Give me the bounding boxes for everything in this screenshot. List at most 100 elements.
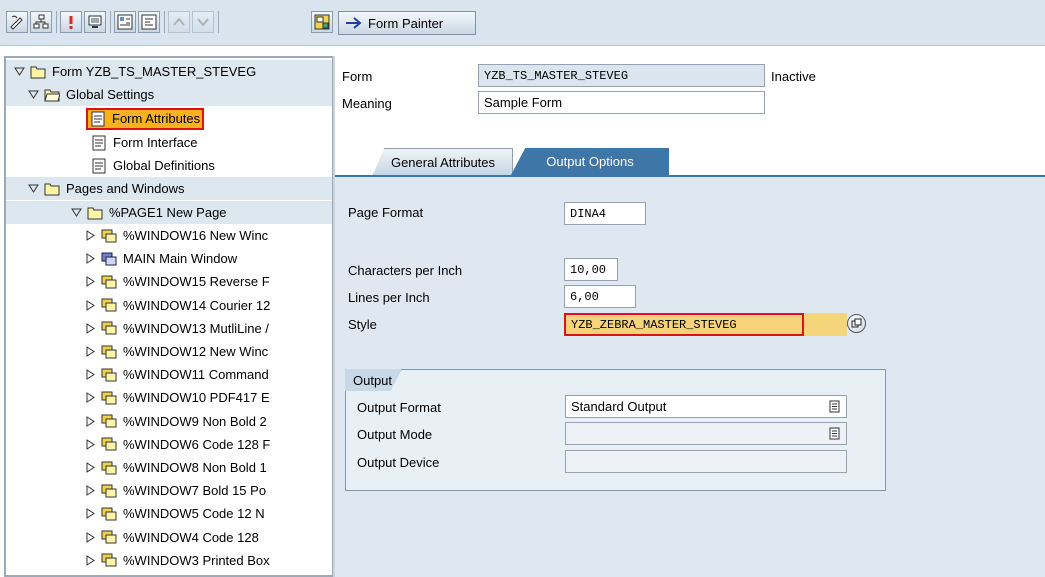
window-icon [101,297,117,313]
pen-icon[interactable] [6,11,28,33]
triangle-down-icon[interactable] [69,206,83,220]
lpi-field[interactable]: 6,00 [564,285,636,308]
cpi-field[interactable]: 10,00 [564,258,618,281]
dropdown-icon[interactable] [829,427,840,440]
tree-node-form-root[interactable]: Form YZB_TS_MASTER_STEVEG [6,60,332,83]
document-icon [91,158,107,174]
tree-node-label: %WINDOW8 Non Bold 1 [123,460,267,475]
tree-node-pages-windows[interactable]: Pages and Windows [6,177,332,200]
tree-node-window[interactable]: %WINDOW5 Code 12 N [6,502,332,525]
triangle-down-icon[interactable] [26,182,40,196]
tree-node-window[interactable]: %WINDOW4 Code 128 [6,526,332,549]
triangle-right-icon[interactable] [83,530,97,544]
document-icon [91,135,107,151]
tab-output-options[interactable]: Output Options [511,148,669,175]
triangle-down-icon[interactable] [12,65,26,79]
output-device-field[interactable] [565,450,847,473]
tree-node-window[interactable]: %WINDOW10 PDF417 E [6,386,332,409]
tree-node-label: %WINDOW5 Code 12 N [123,506,265,522]
lpi-label: Lines per Inch [348,290,430,305]
triangle-right-icon[interactable] [83,484,97,498]
triangle-right-icon[interactable] [83,345,97,359]
triangle-right-icon[interactable] [83,252,97,266]
move-up-icon[interactable] [168,11,190,33]
tree-node-window[interactable]: %WINDOW11 Command [6,363,332,386]
tree-node-label: MAIN Main Window [123,251,238,267]
tree-node-page1[interactable]: %PAGE1 New Page [6,201,332,224]
tree-node-label: %WINDOW11 Command [123,367,269,383]
tree-node-window[interactable]: %WINDOW12 New Winc [6,340,332,363]
folder-icon [30,64,46,80]
triangle-right-icon[interactable] [83,391,97,405]
window-icon [101,552,117,568]
triangle-right-icon[interactable] [83,368,97,382]
move-down-icon[interactable] [192,11,214,33]
sap-form-builder: Form Painter Form YZB_TS_MASTER_STEVEG G… [0,0,1045,577]
form-painter-button[interactable]: Form Painter [338,11,476,35]
triangle-right-icon[interactable] [83,275,97,289]
tree-node-window[interactable]: %WINDOW7 Bold 15 Po [6,479,332,502]
triangle-right-icon[interactable] [83,321,97,335]
open-folder-icon [44,87,60,103]
form-name-field: YZB_TS_MASTER_STEVEG [478,64,765,87]
selected-node-highlight: Form Attributes [86,107,205,130]
tree-node-label: %WINDOW13 MutliLine / [123,320,269,336]
tree-node-window[interactable]: %WINDOW15 Reverse F [6,270,332,293]
style-field[interactable]: YZB_ZEBRA_MASTER_STEVEG [564,313,804,336]
page-icon [87,205,103,221]
tree-node-window[interactable]: %WINDOW9 Non Bold 2 [6,410,332,433]
tree-node-window[interactable]: %WINDOW8 Non Bold 1 [6,456,332,479]
tree-node-label: %WINDOW4 Code 128 [123,529,259,545]
triangle-right-icon[interactable] [83,437,97,451]
tree-node-global-definitions[interactable]: Global Definitions [6,154,332,177]
triangle-right-icon[interactable] [83,461,97,475]
page-format-field[interactable]: DINA4 [564,202,646,225]
window-icon [101,436,117,452]
tree-node-window[interactable]: %WINDOW13 MutliLine / [6,317,332,340]
output-format-select[interactable]: Standard Output [565,395,847,418]
output-format-label: Output Format [357,400,441,415]
triangle-right-icon[interactable] [83,229,97,243]
tree-node-window[interactable]: %WINDOW16 New Winc [6,224,332,247]
tree-node-label: %WINDOW10 PDF417 E [123,390,270,406]
dropdown-icon[interactable] [829,400,840,413]
exclamation-icon[interactable] [60,11,82,33]
expand-icon[interactable] [114,11,136,33]
triangle-right-icon[interactable] [83,553,97,567]
tree-node-window[interactable]: MAIN Main Window [6,247,332,270]
page-format-label: Page Format [348,205,424,220]
layout-icon[interactable] [311,11,333,33]
window-icon [101,390,117,406]
triangle-right-icon[interactable] [83,507,97,521]
window-icon [101,320,117,336]
document-icon [90,111,106,127]
triangle-down-icon[interactable] [26,88,40,102]
tree-node-window[interactable]: %WINDOW6 Code 128 F [6,433,332,456]
window-icon [101,460,117,476]
output-mode-select[interactable] [565,422,847,445]
tree-node-window[interactable]: %WINDOW14 Courier 12 [6,294,332,317]
output-device-label: Output Device [357,455,440,470]
window-icon [101,274,117,290]
tree-node-label: %WINDOW6 Code 128 F [123,436,271,452]
main-window-icon [101,251,117,267]
tab-general-attributes[interactable]: General Attributes [373,148,513,175]
form-name-label: Form [342,69,373,84]
value-help-icon[interactable] [847,314,866,333]
triangle-right-icon[interactable] [83,414,97,428]
tree-node-label: %WINDOW7 Bold 15 Po [123,483,267,499]
tree-node-window[interactable]: %WINDOW3 Printed Box [6,549,332,572]
collapse-icon[interactable] [138,11,160,33]
application-toolbar: Form Painter [0,0,1045,46]
tree-node-form-interface[interactable]: Form Interface [6,131,332,154]
tree-node-global-settings[interactable]: Global Settings [6,83,332,106]
display-icon[interactable] [84,11,106,33]
hierarchy-icon[interactable] [30,11,52,33]
meaning-field[interactable]: Sample Form [478,91,765,114]
navigation-tree[interactable]: Form YZB_TS_MASTER_STEVEG Global Setting… [4,56,335,577]
window-icon [101,413,117,429]
tree-node-form-attributes[interactable]: Form Attributes [6,107,332,130]
tree-node-label: %WINDOW9 Non Bold 2 [123,413,267,429]
tree-node-label: %WINDOW12 New Winc [123,344,269,359]
triangle-right-icon[interactable] [83,298,97,312]
